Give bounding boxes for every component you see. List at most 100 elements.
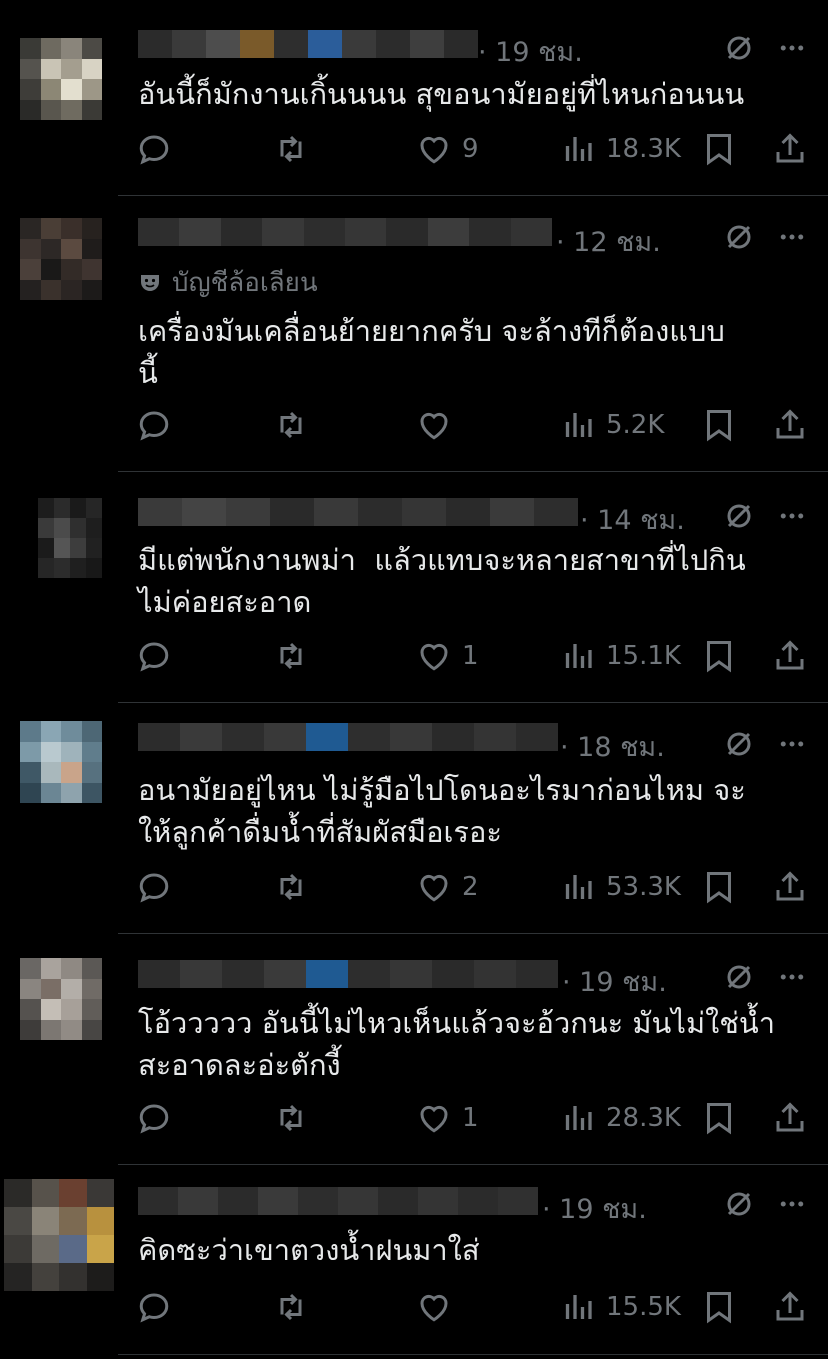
reply-icon [139, 411, 169, 441]
like-count: 1 [462, 1103, 479, 1133]
share-icon [776, 1102, 804, 1132]
like-button[interactable] [416, 405, 462, 445]
heart-icon [420, 1105, 448, 1133]
avatar[interactable] [38, 498, 102, 578]
views-icon [565, 875, 592, 899]
bookmark-button[interactable] [701, 129, 737, 169]
bookmark-button[interactable] [701, 405, 737, 445]
more-icon[interactable] [777, 33, 807, 63]
retweet-button[interactable] [273, 1287, 309, 1327]
reply-4[interactable]: · 18 ชม. อนามัยอยู่ไหน ไม่รู้มือไปโดนอะไ… [0, 703, 828, 933]
share-button[interactable] [772, 1287, 808, 1327]
avatar[interactable] [20, 38, 102, 120]
views-button[interactable]: 28.3K [560, 1098, 681, 1138]
like-button[interactable]: 1 [416, 636, 479, 676]
share-button[interactable] [772, 405, 808, 445]
display-name-blurred[interactable] [138, 218, 553, 246]
share-button[interactable] [772, 1098, 808, 1138]
share-button[interactable] [772, 636, 808, 676]
like-button[interactable]: 1 [416, 1098, 479, 1138]
views-button[interactable]: 18.3K [560, 129, 681, 169]
reply-button[interactable] [136, 1098, 172, 1138]
like-button[interactable] [416, 1287, 462, 1327]
more-icon[interactable] [777, 729, 807, 759]
display-name-blurred[interactable] [138, 30, 478, 58]
display-name-blurred[interactable] [138, 1187, 538, 1215]
bookmark-button[interactable] [701, 1287, 737, 1327]
reply-icon [139, 135, 169, 165]
share-button[interactable] [772, 867, 808, 907]
timestamp[interactable]: · 18 ชม. [560, 725, 665, 768]
more-icon[interactable] [777, 222, 807, 252]
like-button[interactable]: 9 [416, 129, 479, 169]
action-bar: 2 53.3K [136, 867, 816, 907]
timestamp[interactable]: · 19 ชม. [562, 960, 667, 1003]
share-button[interactable] [772, 129, 808, 169]
parody-mask-icon [141, 274, 159, 291]
bookmark-button[interactable] [701, 1098, 737, 1138]
grok-icon[interactable] [724, 222, 754, 252]
view-count: 15.1K [606, 641, 681, 671]
timestamp[interactable]: · 19 ชม. [542, 1187, 647, 1230]
bookmark-icon [707, 410, 731, 442]
avatar[interactable] [20, 958, 102, 1040]
grok-icon[interactable] [724, 962, 754, 992]
reply-button[interactable] [136, 636, 172, 676]
view-count: 18.3K [606, 134, 681, 164]
like-button[interactable]: 2 [416, 867, 479, 907]
retweet-button[interactable] [273, 867, 309, 907]
reply-2[interactable]: · 12 ชม. บัญชีล้อเลียน เครื่องมันเคลื่อน… [0, 196, 828, 471]
reply-text: เครื่องมันเคลื่อนย้ายยากครับ จะล้างทีก็ต… [138, 314, 725, 390]
avatar[interactable] [4, 1179, 114, 1291]
action-bar: 1 28.3K [136, 1098, 816, 1138]
reply-button[interactable] [136, 867, 172, 907]
retweet-icon [280, 1293, 302, 1321]
reply-button[interactable] [136, 405, 172, 445]
more-icon[interactable] [777, 962, 807, 992]
display-name-blurred[interactable] [138, 498, 578, 526]
views-button[interactable]: 15.5K [560, 1287, 681, 1327]
heart-icon [420, 412, 448, 440]
grok-icon[interactable] [724, 729, 754, 759]
reply-5[interactable]: · 19 ชม. โอ้ววววว อันนี้ไม่ไหวเห็นแล้วจะ… [0, 934, 828, 1164]
views-icon [565, 644, 592, 668]
divider [118, 1354, 828, 1355]
parody-badge: บัญชีล้อเลียน [138, 262, 318, 303]
more-icon[interactable] [777, 1189, 807, 1219]
bookmark-button[interactable] [701, 636, 737, 676]
grok-icon[interactable] [724, 33, 754, 63]
view-count: 5.2K [606, 410, 665, 440]
retweet-icon [280, 1104, 302, 1132]
retweet-button[interactable] [273, 1098, 309, 1138]
timestamp[interactable]: · 12 ชม. [556, 220, 661, 263]
grok-icon[interactable] [724, 1189, 754, 1219]
grok-icon[interactable] [724, 501, 754, 531]
heart-icon [420, 643, 448, 671]
retweet-button[interactable] [273, 636, 309, 676]
retweet-button[interactable] [273, 405, 309, 445]
avatar[interactable] [20, 721, 102, 803]
timestamp[interactable]: · 14 ชม. [580, 498, 685, 541]
views-button[interactable]: 53.3K [560, 867, 681, 907]
timestamp[interactable]: · 19 ชม. [478, 30, 583, 73]
reply-icon [139, 1104, 169, 1134]
retweet-icon [280, 873, 302, 901]
display-name-blurred[interactable] [138, 960, 558, 988]
reply-3[interactable]: · 14 ชม. มีแต่พนักงานพม่า แล้วแทบจะหลายส… [0, 472, 828, 702]
views-button[interactable]: 5.2K [560, 405, 664, 445]
action-bar: 1 15.1K [136, 636, 816, 676]
reply-6[interactable]: · 19 ชม. คิดซะว่าเขาตวงน้ำฝนมาใส่ 15.5K [0, 1165, 828, 1359]
reply-1[interactable]: · 19 ชม. อันนี้ก็มักงานเกิ้นนนน สุขอนามั… [0, 0, 828, 195]
display-name-blurred[interactable] [138, 723, 558, 751]
avatar[interactable] [20, 218, 102, 300]
bookmark-button[interactable] [701, 867, 737, 907]
views-button[interactable]: 15.1K [560, 636, 681, 676]
reply-button[interactable] [136, 129, 172, 169]
more-icon[interactable] [777, 501, 807, 531]
bookmark-icon [707, 1292, 731, 1324]
retweet-icon [280, 135, 302, 163]
retweet-button[interactable] [273, 129, 309, 169]
reply-button[interactable] [136, 1287, 172, 1327]
reply-icon [139, 873, 169, 903]
heart-icon [420, 136, 448, 164]
